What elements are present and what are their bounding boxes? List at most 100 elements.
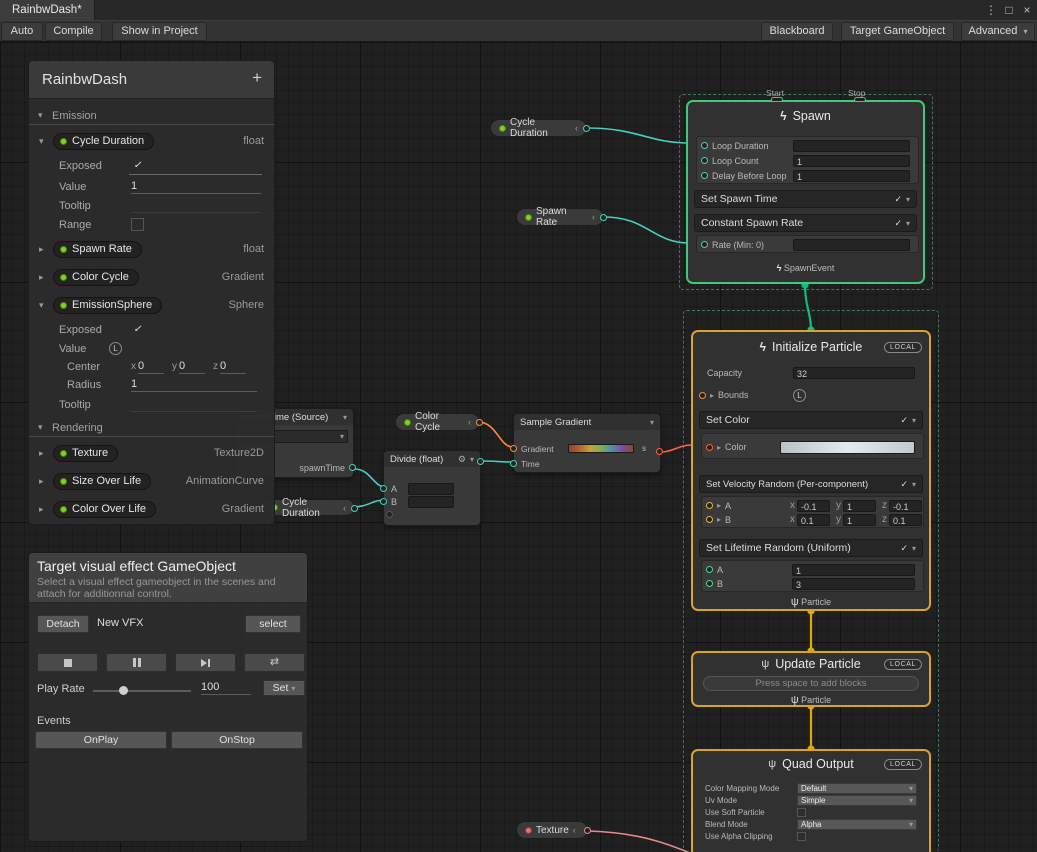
lifetime-b-field[interactable]: 3: [792, 578, 915, 590]
chevron-down-icon[interactable]: ▾: [906, 219, 910, 228]
velocity-b-z-field[interactable]: 0.1: [889, 514, 922, 526]
tooltip-field[interactable]: [131, 397, 257, 412]
velocity-b-port[interactable]: [706, 516, 713, 523]
stop-button[interactable]: [37, 653, 98, 672]
set-spawn-time-block[interactable]: Set Spawn Time ✓ ▾: [694, 190, 917, 208]
detach-button[interactable]: Detach: [37, 615, 89, 633]
chevron-right-icon[interactable]: ▸: [39, 244, 48, 255]
param-output-port[interactable]: [351, 505, 358, 512]
param-pill[interactable]: EmissionSphere: [53, 297, 162, 314]
velocity-a-x-field[interactable]: -0.1: [797, 500, 830, 512]
loop-duration-field[interactable]: [793, 140, 910, 152]
collapse-chevron-icon[interactable]: ‹: [592, 212, 595, 222]
block-enabled-check-icon[interactable]: ✓: [894, 194, 902, 205]
restart-button[interactable]: ⇄: [244, 653, 305, 672]
bounds-link-icon[interactable]: L: [793, 389, 806, 402]
spawntime-output-port[interactable]: [349, 464, 356, 471]
onplay-button[interactable]: OnPlay: [35, 731, 167, 749]
chevron-down-icon[interactable]: ▾: [650, 418, 654, 427]
pause-button[interactable]: [106, 653, 167, 672]
sample-gradient-node[interactable]: Sample Gradient ▾ Gradient s Time: [513, 413, 661, 473]
block-enabled-check-icon[interactable]: ✓: [900, 543, 908, 554]
chevron-down-icon[interactable]: ▾: [38, 110, 47, 121]
param-output-port[interactable]: [600, 214, 607, 221]
set-velocity-random-block[interactable]: Set Velocity Random (Per-component) ✓ ▾: [699, 475, 923, 493]
param-pill[interactable]: Size Over Life: [53, 473, 151, 490]
chevron-right-icon[interactable]: ▸: [717, 501, 721, 510]
param-pill[interactable]: Color Over Life: [53, 501, 156, 518]
blackboard-param-cycle-duration[interactable]: ▾ Cycle Duration float: [29, 131, 274, 151]
time-input-port[interactable]: [510, 460, 517, 467]
center-x-field[interactable]: 0: [138, 359, 164, 374]
initialize-particle-context-node[interactable]: ϟ Initialize Particle LOCAL Capacity 32 …: [691, 330, 931, 611]
blackboard-param-texture[interactable]: ▸ Texture Texture2D: [29, 443, 274, 463]
chevron-right-icon[interactable]: ▸: [39, 476, 48, 487]
delay-before-loop-port[interactable]: [701, 172, 708, 179]
loop-count-port[interactable]: [701, 157, 708, 164]
sample-output-port[interactable]: [656, 448, 663, 455]
set-rate-button[interactable]: Set ▾: [263, 680, 305, 696]
bounds-port[interactable]: [699, 392, 706, 399]
collapse-chevron-icon[interactable]: ‹: [573, 825, 576, 835]
chevron-down-icon[interactable]: ▾: [912, 416, 916, 425]
blackboard-param-color-over-life[interactable]: ▸ Color Over Life Gradient: [29, 499, 274, 519]
rate-port[interactable]: [701, 241, 708, 248]
divide-node[interactable]: Divide (float) ⚙ ▾ A B: [383, 450, 481, 526]
play-rate-field[interactable]: 100: [201, 680, 251, 695]
lifetime-a-field[interactable]: 1: [792, 564, 915, 576]
rate-field[interactable]: [793, 239, 910, 251]
center-y-field[interactable]: 0: [179, 359, 205, 374]
param-pill[interactable]: Spawn Rate: [53, 241, 142, 258]
add-blocks-placeholder[interactable]: Press space to add blocks: [703, 676, 919, 691]
color-mapping-dropdown[interactable]: Default ▾: [797, 783, 917, 794]
tooltip-field[interactable]: [131, 198, 261, 213]
chevron-down-icon[interactable]: ▾: [470, 455, 474, 464]
center-z-field[interactable]: 0: [220, 359, 246, 374]
start-flow-anchor[interactable]: [771, 97, 783, 102]
set-lifetime-random-block[interactable]: Set Lifetime Random (Uniform) ✓ ▾: [699, 539, 923, 557]
velocity-a-z-field[interactable]: -0.1: [889, 500, 922, 512]
velocity-a-y-field[interactable]: 1: [843, 500, 876, 512]
compile-button[interactable]: Compile: [45, 22, 102, 41]
param-pill[interactable]: Cycle Duration: [53, 133, 154, 150]
divide-b-field[interactable]: [408, 496, 454, 508]
chevron-right-icon[interactable]: ▸: [717, 515, 721, 524]
chevron-right-icon[interactable]: ▸: [39, 272, 48, 283]
velocity-a-port[interactable]: [706, 502, 713, 509]
chevron-right-icon[interactable]: ▸: [717, 443, 721, 452]
play-rate-slider[interactable]: [93, 690, 191, 692]
update-particle-context-node[interactable]: ψ Update Particle LOCAL Press space to a…: [691, 651, 931, 707]
param-node-color-cycle[interactable]: Color Cycle ‹: [395, 413, 480, 431]
spawn-context-node[interactable]: Start Stop ϟ Spawn Loop Duration Loop Co…: [686, 100, 925, 284]
blackboard-header[interactable]: RainbwDash +: [29, 61, 274, 99]
velocity-b-y-field[interactable]: 1: [843, 514, 876, 526]
chevron-right-icon[interactable]: ▸: [710, 391, 714, 400]
divide-b-port[interactable]: [380, 498, 387, 505]
chevron-down-icon[interactable]: ▾: [39, 136, 48, 147]
stop-flow-anchor[interactable]: [854, 97, 866, 102]
target-gameobject-toggle-button[interactable]: Target GameObject: [841, 22, 954, 41]
blackboard-toggle-button[interactable]: Blackboard: [761, 22, 833, 41]
blackboard-param-emission-sphere[interactable]: ▾ EmissionSphere Sphere: [29, 295, 274, 315]
delay-before-loop-field[interactable]: 1: [793, 170, 910, 182]
advanced-dropdown-button[interactable]: Advanced ▾: [961, 22, 1035, 41]
param-pill[interactable]: Color Cycle: [53, 269, 139, 286]
link-icon[interactable]: L: [109, 342, 122, 355]
select-button[interactable]: select: [245, 615, 301, 633]
exposed-checkbox[interactable]: ✓: [131, 323, 144, 336]
alpha-clipping-checkbox[interactable]: [797, 832, 806, 841]
gradient-input-port[interactable]: [510, 445, 517, 452]
chevron-down-icon[interactable]: ▾: [912, 544, 916, 553]
exposed-checkbox[interactable]: ✓: [131, 159, 144, 172]
chevron-down-icon[interactable]: ▾: [39, 300, 48, 311]
param-node-cycle-duration[interactable]: Cycle Duration ‹: [490, 119, 587, 137]
uv-mode-dropdown[interactable]: Simple ▾: [797, 795, 917, 806]
auto-button[interactable]: Auto: [1, 22, 43, 41]
tab-rainbwdash[interactable]: RainbwDash*: [0, 0, 95, 20]
blend-mode-dropdown[interactable]: Alpha ▾: [797, 819, 917, 830]
divide-a-field[interactable]: [408, 483, 454, 495]
soft-particle-checkbox[interactable]: [797, 808, 806, 817]
blackboard-param-size-over-life[interactable]: ▸ Size Over Life AnimationCurve: [29, 471, 274, 491]
lifetime-b-port[interactable]: [706, 580, 713, 587]
divide-add-input-port[interactable]: [386, 511, 393, 518]
